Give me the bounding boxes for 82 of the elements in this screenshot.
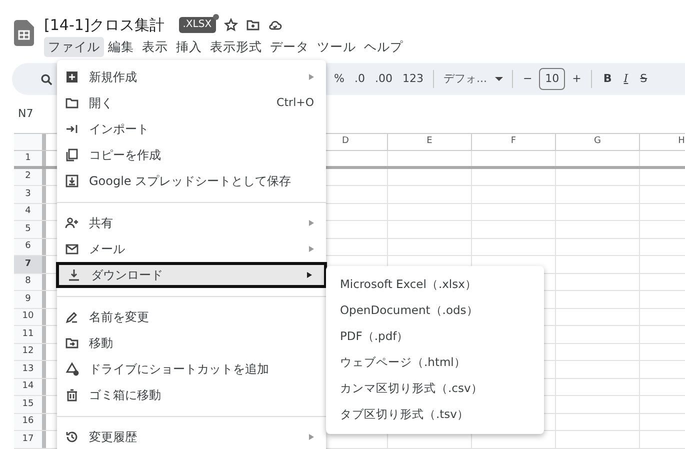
menu-item[interactable]: ゴミ箱に移動 — [57, 382, 326, 408]
menu-bar-item[interactable]: 表示 — [138, 37, 172, 57]
menu-bar-item[interactable]: 表示形式 — [206, 37, 266, 57]
menu-bar-item[interactable]: ツール — [313, 37, 360, 57]
submenu-item[interactable]: OpenDocument（.ods） — [326, 298, 544, 324]
menu-item[interactable]: 変更履歴 — [57, 424, 326, 449]
menu-item[interactable]: 開く Ctrl+O — [57, 90, 326, 116]
toolbar-button[interactable]: .0 — [349, 70, 370, 88]
toolbar-button[interactable]: 123 — [397, 70, 428, 88]
cloud-icon — [268, 18, 282, 32]
mail-icon — [65, 242, 79, 256]
menu-item[interactable]: インポート — [57, 116, 326, 142]
menu-item[interactable]: メール — [57, 236, 326, 262]
submenu-item[interactable]: カンマ区切り形式（.csv） — [326, 376, 544, 402]
row-header[interactable]: 15 — [14, 396, 46, 412]
trash-icon — [65, 388, 79, 402]
row-header[interactable]: 6 — [14, 238, 46, 255]
submenu-item[interactable]: PDF（.pdf） — [326, 324, 544, 350]
row-header[interactable]: 3 — [14, 186, 46, 202]
bold-button[interactable]: B — [597, 70, 618, 88]
document-title: [14-1]クロス集計 — [44, 14, 165, 36]
column-header[interactable]: H — [678, 135, 685, 149]
folder-icon — [65, 96, 79, 110]
folder-icon — [246, 18, 260, 32]
toolbar-button[interactable]: + — [567, 70, 586, 88]
save-box-icon — [65, 174, 79, 188]
row-header[interactable]: 7 — [14, 256, 46, 272]
column-header[interactable]: G — [594, 135, 601, 149]
file-type-badge: .XLSX — [178, 17, 216, 33]
font-size-field[interactable]: 10 — [539, 68, 566, 90]
submenu-item[interactable]: タブ区切り形式（.tsv） — [326, 402, 544, 428]
arrow-into-bar-icon — [65, 122, 79, 136]
row-header[interactable]: 5 — [14, 221, 46, 238]
menu-item[interactable]: 新規作成 — [57, 64, 326, 90]
star-icon — [224, 18, 238, 32]
menu-bar-item[interactable]: データ — [266, 37, 313, 57]
menu-bar-item[interactable]: 編集 — [104, 37, 138, 57]
toolbar-button[interactable]: .00 — [370, 70, 398, 88]
menu-item[interactable]: 名前を変更 — [57, 304, 326, 330]
toolbar-button[interactable]: % — [329, 70, 350, 88]
menu-bar-item[interactable]: 挿入 — [172, 37, 206, 57]
folder-arrow-icon — [65, 336, 79, 350]
search-icon — [40, 72, 53, 86]
menu-item[interactable]: コピーを作成 — [57, 142, 326, 168]
plus-square-icon — [65, 70, 79, 84]
row-header[interactable]: 16 — [14, 414, 46, 430]
column-header[interactable]: D — [342, 135, 349, 149]
menu-item[interactable]: 移動 — [57, 330, 326, 356]
row-header[interactable]: 9 — [14, 291, 46, 308]
row-header[interactable]: 4 — [14, 204, 46, 220]
row-header[interactable]: 17 — [14, 431, 46, 448]
download-icon — [67, 268, 81, 282]
spreadsheet-logo-icon — [14, 20, 34, 46]
menu-bar-item[interactable]: ファイル — [44, 37, 104, 57]
menu-item[interactable]: Google スプレッドシートとして保存 — [57, 168, 326, 194]
row-header[interactable]: 8 — [14, 274, 46, 290]
toolbar-button[interactable]: − — [518, 70, 538, 88]
history-icon — [65, 430, 79, 444]
name-box[interactable]: N7 — [18, 106, 34, 122]
italic-button[interactable]: I — [618, 70, 634, 88]
select-all-corner[interactable] — [14, 134, 46, 150]
row-header[interactable]: 10 — [14, 308, 46, 325]
pencil-icon — [65, 310, 79, 324]
add-person-icon — [65, 216, 79, 230]
submenu-item[interactable]: Microsoft Excel（.xlsx） — [326, 272, 544, 298]
row-header[interactable]: 14 — [14, 378, 46, 395]
column-header[interactable]: E — [426, 135, 432, 149]
menu-item[interactable]: 共有 — [57, 210, 326, 236]
row-header[interactable]: 12 — [14, 344, 46, 360]
row-header[interactable]: 1 — [14, 151, 46, 166]
font-dropdown[interactable]: デフォ... — [439, 70, 507, 88]
menu-item[interactable]: ダウンロード — [56, 262, 327, 288]
copy-icon — [65, 148, 79, 162]
row-header[interactable]: 13 — [14, 361, 46, 378]
menu-bar-item[interactable]: ヘルプ — [360, 37, 407, 57]
column-header[interactable]: F — [510, 135, 516, 149]
row-header[interactable]: 2 — [14, 168, 46, 185]
shortcut-text: Ctrl+O — [276, 94, 314, 111]
row-header[interactable]: 11 — [14, 326, 46, 342]
submenu-item[interactable]: ウェブページ（.html） — [326, 350, 544, 376]
menu-item[interactable]: ドライブにショートカットを追加 — [57, 356, 326, 382]
strikethrough-button[interactable]: S — [634, 70, 654, 88]
